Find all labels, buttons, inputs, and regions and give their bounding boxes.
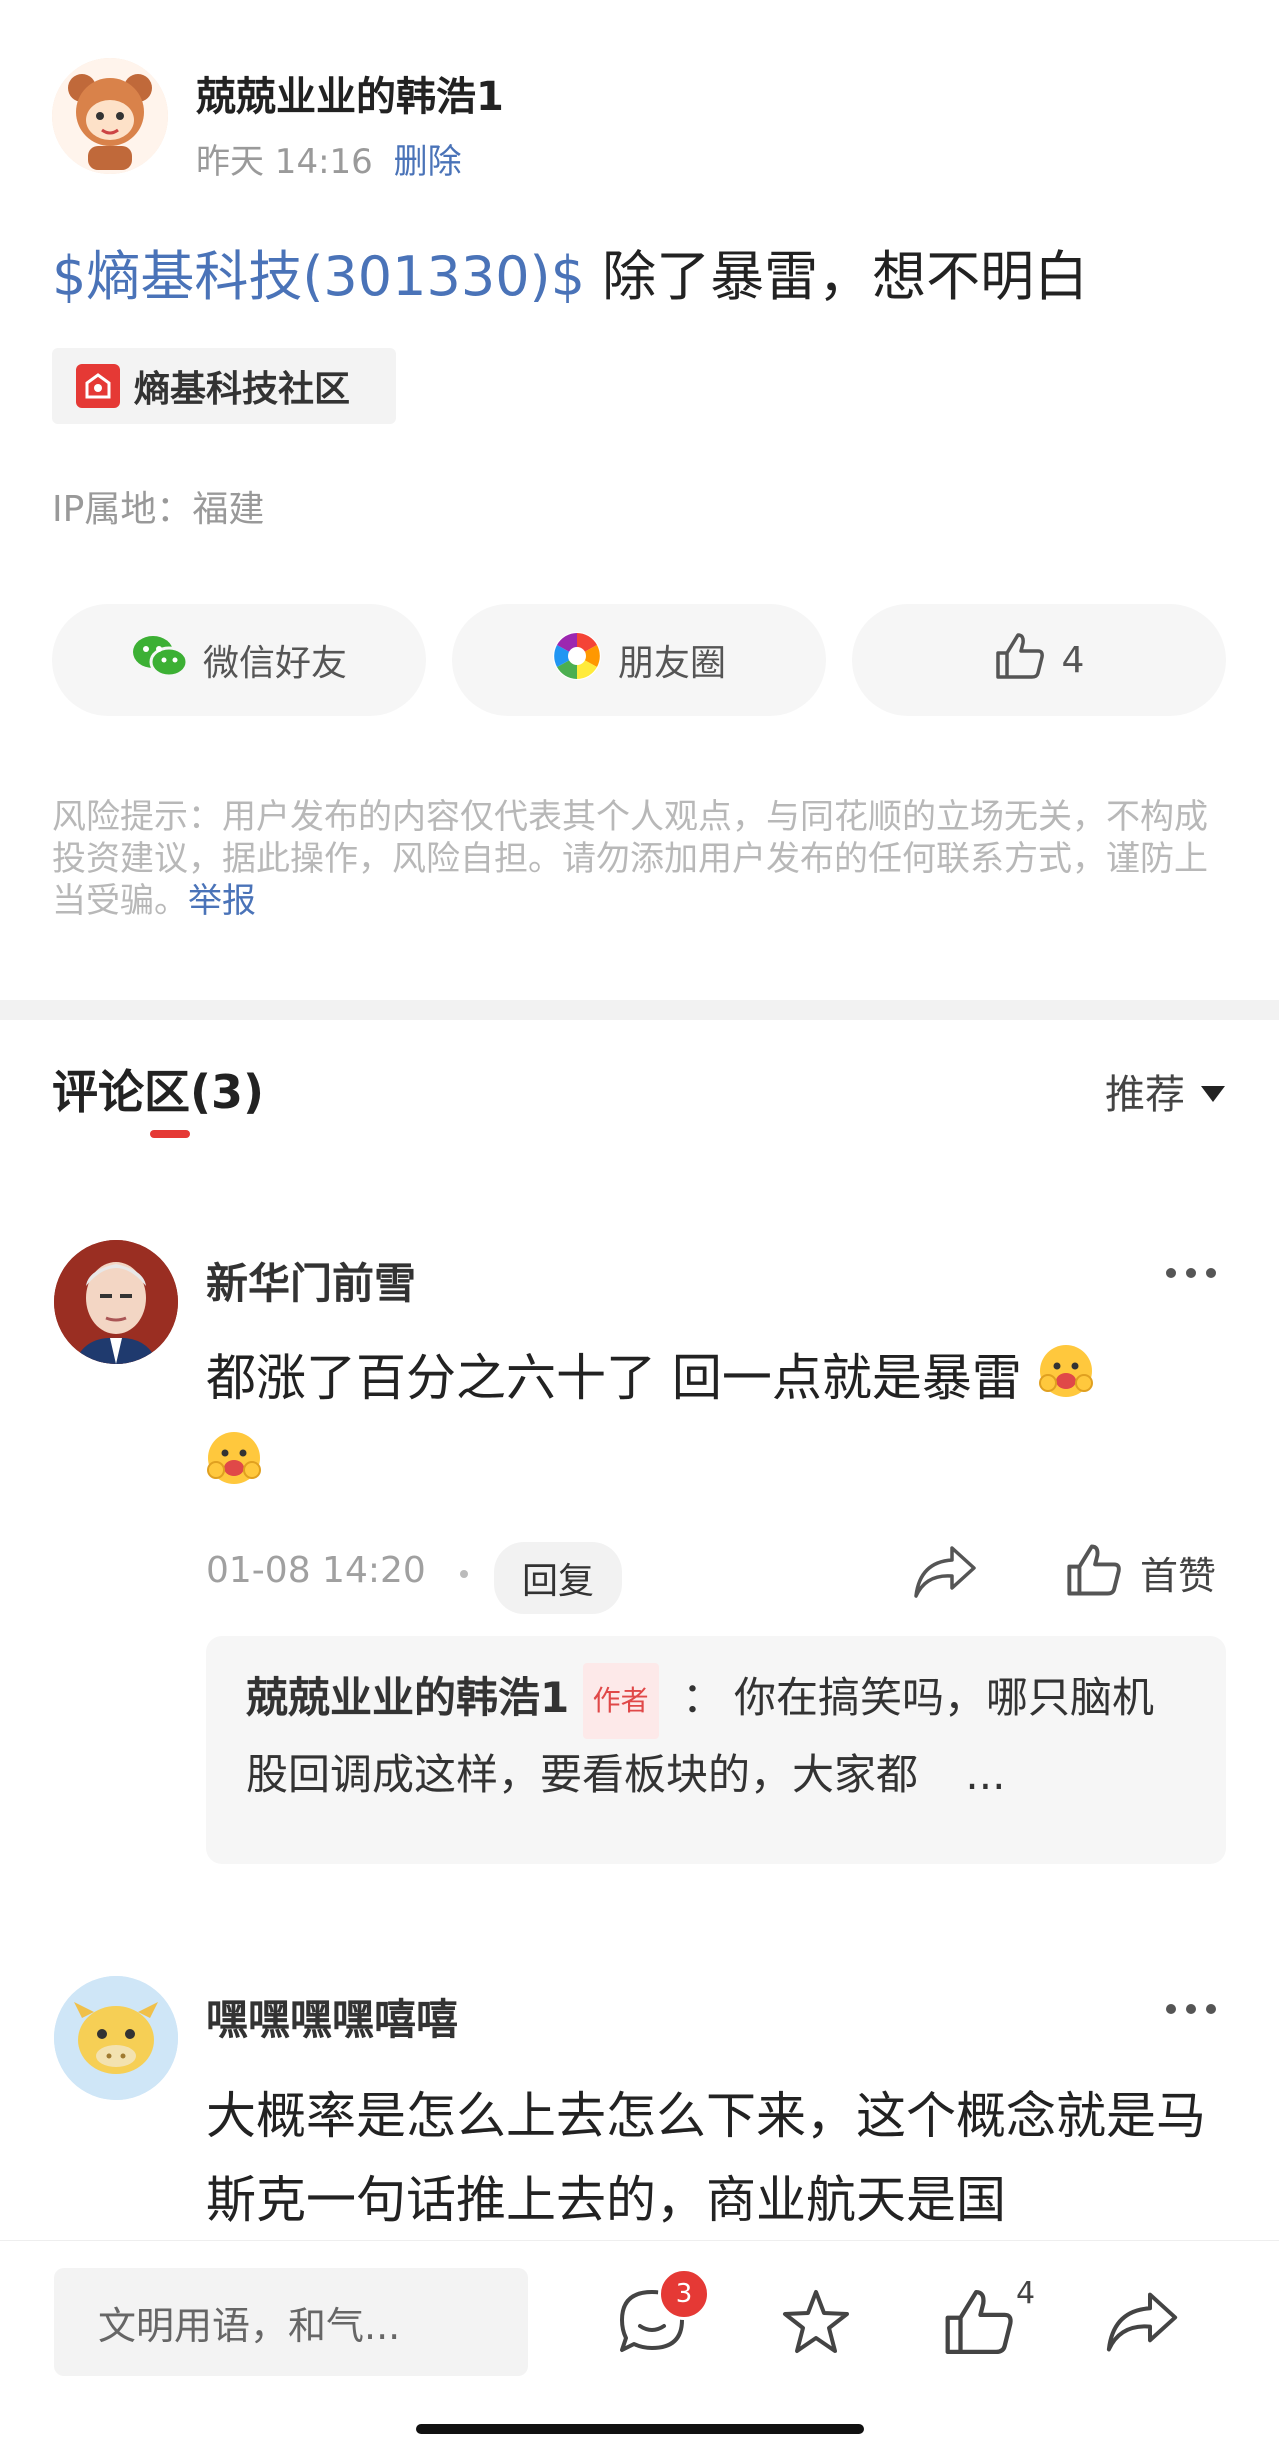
comments-title-underline	[150, 1130, 190, 1138]
sub-reply-text: 兢兢业业的韩浩1 作者 ：你在搞笑吗，哪只脑机股回调成这样，要看板块的，大家都 …	[246, 1662, 1186, 1811]
star-icon[interactable]	[780, 2286, 852, 2362]
emoji-icon	[206, 1427, 262, 1511]
delete-link[interactable]: 删除	[394, 142, 462, 182]
sort-dropdown[interactable]: 推荐	[1105, 1062, 1227, 1120]
risk-notice: 风险提示：用户发布的内容仅代表其个人观点，与同花顺的立场无关，不构成投资建议，据…	[52, 796, 1228, 922]
share-icon[interactable]	[1104, 2290, 1180, 2358]
sort-label: 推荐	[1105, 1072, 1185, 1118]
comment-like-button[interactable]: 首赞	[1064, 1542, 1216, 1602]
share-wechat-label: 微信好友	[202, 643, 347, 684]
bottom-like-count: 4	[1016, 2276, 1036, 2311]
comment-text: 都涨了百分之六十了 回一点就是暴雷	[206, 1336, 1206, 1511]
ip-location: IP属地：福建	[52, 489, 265, 530]
thumb-up-icon[interactable]	[942, 2286, 1016, 2362]
reply-button[interactable]: 回复	[494, 1542, 623, 1614]
share-moments-button[interactable]: 朋友圈	[452, 604, 826, 716]
caret-down-icon	[1199, 1068, 1227, 1114]
community-icon	[76, 364, 120, 408]
post-body-text: 除了暴雷，想不明白	[585, 245, 1089, 308]
sub-reply-box[interactable]: 兢兢业业的韩浩1 作者 ：你在搞笑吗，哪只脑机股回调成这样，要看板块的，大家都 …	[206, 1636, 1226, 1864]
post-content: $熵基科技(301330)$ 除了暴雷，想不明白	[52, 232, 1088, 311]
wechat-icon	[131, 632, 189, 689]
comment-body: 都涨了百分之六十了 回一点就是暴雷	[206, 1349, 1022, 1407]
report-link[interactable]: 举报	[188, 881, 256, 921]
home-indicator	[416, 2424, 864, 2434]
post-time: 昨天 14:16	[196, 142, 373, 182]
comment-text: 大概率是怎么上去怎么下来，这个概念就是马斯克一句话推上去的，商业航天是国	[206, 2087, 1206, 2229]
more-icon[interactable]	[1166, 2004, 1216, 2014]
moments-icon	[552, 631, 602, 690]
community-label: 熵基科技社区	[134, 369, 351, 410]
post-meta: 昨天 14:16 删除	[196, 134, 462, 183]
commenter-avatar[interactable]	[54, 1240, 178, 1364]
thumb-up-icon	[994, 631, 1046, 690]
share-wechat-button[interactable]: 微信好友	[52, 604, 426, 716]
commenter-avatar[interactable]	[54, 1976, 178, 2100]
emoji-icon	[1038, 1340, 1094, 1424]
like-button[interactable]: 4	[852, 604, 1226, 716]
post-author-name[interactable]: 兢兢业业的韩浩1	[196, 64, 504, 122]
dot-separator	[460, 1570, 468, 1578]
commenter-name[interactable]: 嘿嘿嘿嘿嘻嘻	[206, 1986, 458, 2047]
comment-like-label: 首赞	[1140, 1553, 1217, 1598]
share-icon[interactable]	[912, 1544, 978, 1604]
thumb-up-icon	[1064, 1542, 1124, 1602]
like-count: 4	[1061, 639, 1085, 681]
sub-reply-sep: ：	[681, 1673, 724, 1722]
author-avatar[interactable]	[52, 58, 168, 174]
community-tag[interactable]: 熵基科技社区	[52, 348, 396, 424]
author-badge: 作者	[582, 1662, 659, 1739]
comment-input[interactable]: 文明用语，和气...	[54, 2268, 528, 2376]
share-moments-label: 朋友圈	[617, 643, 726, 684]
comment-time: 01-08 14:20	[206, 1550, 426, 1591]
section-divider	[0, 1000, 1279, 1020]
sub-reply-more[interactable]: ...	[965, 1750, 1005, 1799]
commenter-name[interactable]: 新华门前雪	[206, 1250, 416, 1311]
stock-tag-link[interactable]: $熵基科技(301330)$	[52, 245, 585, 308]
sub-reply-author[interactable]: 兢兢业业的韩浩1	[246, 1673, 569, 1722]
comment-count-badge: 3	[658, 2268, 710, 2320]
more-icon[interactable]	[1166, 1268, 1216, 1278]
comments-title: 评论区(3)	[52, 1065, 265, 1119]
